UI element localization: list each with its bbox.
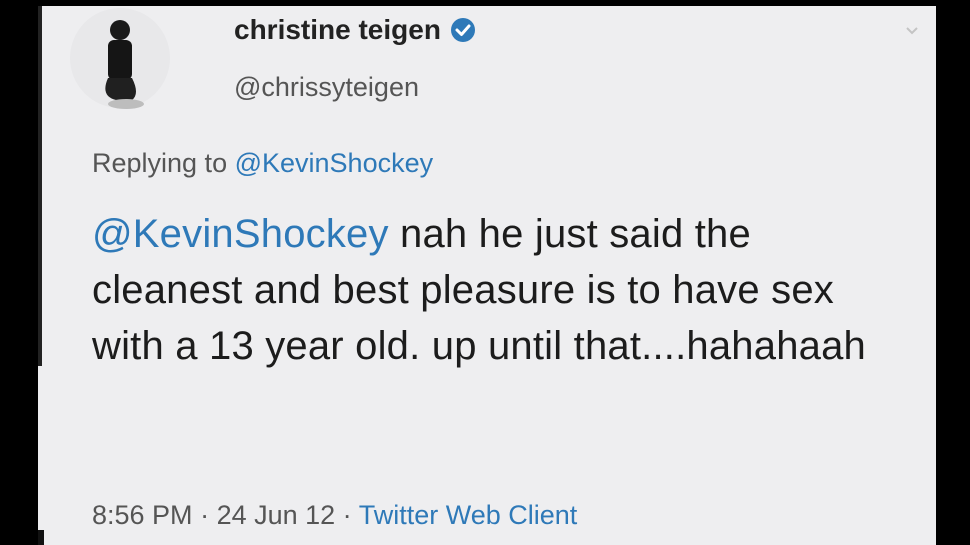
tweet-mention-link[interactable]: @KevinShockey bbox=[92, 212, 389, 256]
tweet-meta: 8:56 PM · 24 Jun 12 · Twitter Web Client bbox=[92, 500, 577, 531]
replying-to-link[interactable]: @KevinShockey bbox=[235, 148, 434, 178]
author-display-name-row[interactable]: christine teigen bbox=[234, 14, 477, 46]
tweet-body: @KevinShockey nah he just said the clean… bbox=[92, 206, 912, 374]
tweet-date[interactable]: 24 Jun 12 bbox=[217, 500, 336, 530]
edge-mark bbox=[38, 530, 44, 545]
replying-to-label: Replying to bbox=[92, 148, 235, 178]
meta-separator: · bbox=[192, 500, 217, 530]
left-border bbox=[38, 6, 42, 366]
meta-separator: · bbox=[335, 500, 359, 530]
tweet-time[interactable]: 8:56 PM bbox=[92, 500, 193, 530]
author-display-name[interactable]: christine teigen bbox=[234, 14, 441, 46]
avatar[interactable] bbox=[70, 8, 170, 118]
tweet-client-link[interactable]: Twitter Web Client bbox=[359, 500, 578, 530]
author-handle[interactable]: @chrissyteigen bbox=[234, 72, 419, 103]
avatar-photo-icon bbox=[70, 8, 170, 109]
chevron-down-icon[interactable] bbox=[904, 22, 920, 38]
verified-badge-icon bbox=[449, 16, 477, 44]
replying-to-line: Replying to @KevinShockey bbox=[92, 148, 433, 179]
